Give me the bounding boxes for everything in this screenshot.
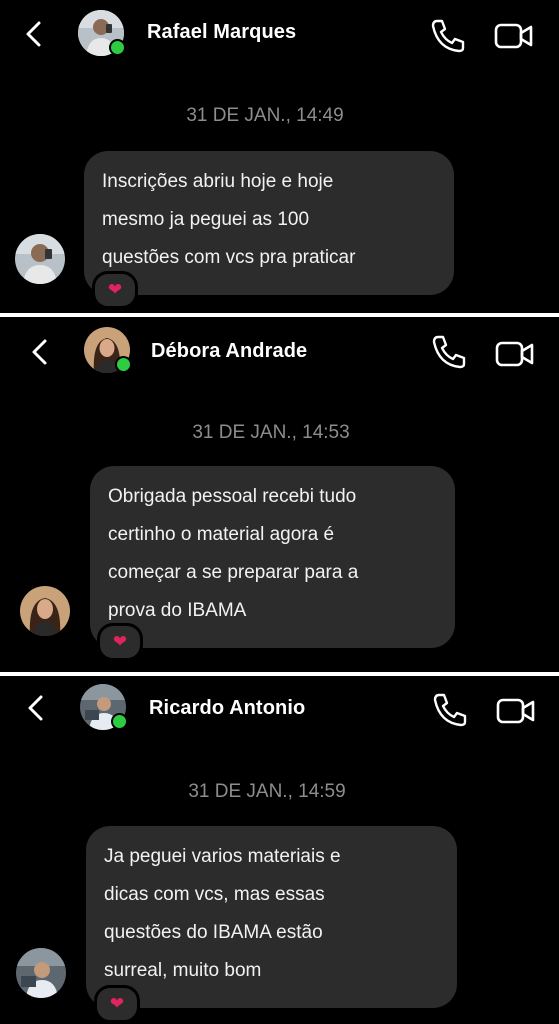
message-line: dicas com vcs, mas essas xyxy=(104,884,325,905)
back-button[interactable] xyxy=(22,20,46,48)
chat-panel-debora: Débora Andrade 31 DE JAN., 14:53 Obrigad… xyxy=(0,317,559,672)
message-line: certinho o material agora é xyxy=(108,524,335,545)
video-camera-icon xyxy=(494,23,533,49)
contact-name[interactable]: Ricardo Antonio xyxy=(149,697,305,720)
contact-avatar[interactable] xyxy=(78,10,126,56)
heart-reaction[interactable]: ❤ xyxy=(94,985,140,1023)
message-bubble[interactable]: Obrigada pessoal recebi tudo certinho o … xyxy=(90,466,455,648)
heart-reaction[interactable]: ❤ xyxy=(92,271,138,309)
message-timestamp: 31 DE JAN., 14:49 xyxy=(186,105,344,126)
contact-avatar[interactable] xyxy=(84,327,132,373)
message-timestamp: 31 DE JAN., 14:59 xyxy=(188,781,346,802)
phone-icon xyxy=(433,693,467,727)
call-button[interactable] xyxy=(429,334,467,370)
online-indicator xyxy=(111,713,128,730)
sender-avatar[interactable] xyxy=(20,586,70,636)
online-indicator xyxy=(109,39,126,56)
call-button[interactable] xyxy=(430,692,468,728)
heart-icon: ❤ xyxy=(109,994,125,1013)
message-timestamp: 31 DE JAN., 14:53 xyxy=(192,422,350,443)
chevron-left-icon xyxy=(26,21,41,47)
sender-avatar[interactable] xyxy=(16,948,66,998)
call-button[interactable] xyxy=(428,18,466,54)
message-line: começar a se preparar para a xyxy=(108,562,359,583)
video-call-button[interactable] xyxy=(495,338,535,370)
video-camera-icon xyxy=(495,341,534,367)
phone-icon xyxy=(431,19,465,53)
back-button[interactable] xyxy=(28,338,52,366)
phone-icon xyxy=(432,335,466,369)
message-bubble[interactable]: Inscrições abriu hoje e hoje mesmo ja pe… xyxy=(84,151,454,295)
video-call-button[interactable] xyxy=(494,20,534,52)
message-line: Ja peguei varios materiais e xyxy=(104,846,341,867)
chat-panel-rafael: Rafael Marques 31 DE JAN., 14:49 Inscriç… xyxy=(0,0,559,313)
contact-name[interactable]: Rafael Marques xyxy=(147,21,296,44)
heart-icon: ❤ xyxy=(112,632,128,651)
contact-name[interactable]: Débora Andrade xyxy=(151,340,307,363)
message-line: prova do IBAMA xyxy=(108,600,247,621)
contact-avatar[interactable] xyxy=(80,684,128,730)
heart-icon: ❤ xyxy=(107,280,123,299)
chevron-left-icon xyxy=(28,695,43,721)
heart-reaction[interactable]: ❤ xyxy=(97,623,143,661)
message-line: Obrigada pessoal recebi tudo xyxy=(108,486,357,507)
message-line: questões com vcs pra praticar xyxy=(102,247,356,268)
message-line: Inscrições abriu hoje e hoje xyxy=(102,171,334,192)
message-bubble[interactable]: Ja peguei varios materiais e dicas com v… xyxy=(86,826,457,1008)
chat-panel-ricardo: Ricardo Antonio 31 DE JAN., 14:59 Ja peg… xyxy=(0,676,559,1024)
chevron-left-icon xyxy=(32,339,47,365)
message-line: questões do IBAMA estão xyxy=(104,922,323,943)
online-indicator xyxy=(115,356,132,373)
back-button[interactable] xyxy=(24,694,48,722)
video-camera-icon xyxy=(496,698,535,724)
message-line: surreal, muito bom xyxy=(104,960,262,981)
sender-avatar[interactable] xyxy=(15,234,65,284)
message-line: mesmo ja peguei as 100 xyxy=(102,209,310,230)
video-call-button[interactable] xyxy=(496,695,536,727)
